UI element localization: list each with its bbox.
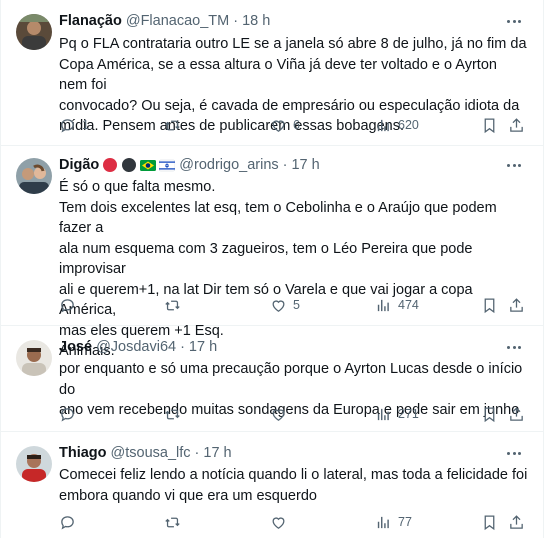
reply-button[interactable]: 1 — [59, 115, 89, 135]
bookmark-button[interactable] — [481, 115, 498, 135]
heart-icon — [272, 516, 285, 529]
user-handle[interactable]: @Flanacao_TM — [126, 12, 229, 30]
display-name[interactable]: José — [59, 338, 92, 356]
views-icon — [377, 299, 389, 311]
views-icon — [377, 119, 389, 131]
like-button[interactable]: 5 — [270, 295, 300, 315]
share-button[interactable] — [508, 512, 525, 532]
tweet-header: Flanação @Flanacao_TM · 18 h — [59, 12, 503, 30]
reply-button[interactable] — [59, 295, 82, 315]
more-options-icon[interactable] — [505, 338, 523, 356]
timestamp[interactable]: 17 h — [189, 338, 217, 356]
tweet[interactable]: Digão @rodrigo_arins · 17 h É só o que f… — [1, 146, 543, 359]
display-name[interactable]: Thiago — [59, 444, 107, 462]
share-icon — [510, 514, 523, 529]
tweet-actions: 77 — [59, 512, 529, 532]
repost-icon — [165, 409, 180, 419]
more-options-icon[interactable] — [505, 156, 523, 174]
user-handle[interactable]: @rodrigo_arins — [179, 156, 278, 174]
tweet-header: José @Josdavi64 · 17 h — [59, 338, 503, 356]
heart-icon — [272, 299, 285, 312]
reply-feed: Flanação @Flanacao_TM · 18 h Pq o FLA co… — [0, 0, 544, 538]
separator-dot: · — [282, 157, 288, 173]
views-button[interactable]: 620 — [375, 115, 419, 135]
view-count: 620 — [398, 118, 419, 132]
repost-icon — [165, 300, 180, 310]
timestamp[interactable]: 17 h — [291, 156, 319, 174]
repost-button[interactable] — [164, 115, 187, 135]
red-circle-icon — [102, 157, 118, 173]
bookmark-icon — [484, 297, 495, 313]
heart-icon — [272, 119, 285, 132]
repost-icon — [165, 120, 180, 130]
user-handle[interactable]: @tsousa_lfc — [111, 444, 191, 462]
tweet-header: Thiago @tsousa_lfc · 17 h — [59, 444, 503, 462]
view-count: 474 — [398, 298, 419, 312]
repost-button[interactable] — [164, 404, 187, 424]
tweet[interactable]: José @Josdavi64 · 17 h por enquanto e só… — [1, 326, 543, 432]
more-options-icon[interactable] — [505, 444, 523, 462]
avatar[interactable] — [16, 446, 52, 482]
tweet-actions: 5 474 — [59, 295, 529, 315]
heart-icon — [272, 408, 285, 421]
repost-button[interactable] — [164, 512, 187, 532]
avatar[interactable] — [16, 340, 52, 376]
views-button[interactable]: 77 — [375, 512, 412, 532]
reply-button[interactable] — [59, 404, 82, 424]
display-name[interactable]: Digão — [59, 156, 99, 174]
timestamp[interactable]: 17 h — [203, 444, 231, 462]
more-options-icon[interactable] — [505, 12, 523, 30]
avatar[interactable] — [16, 14, 52, 50]
separator-dot: · — [180, 339, 185, 355]
reply-icon — [61, 407, 74, 421]
reply-icon — [61, 515, 74, 529]
repost-icon — [165, 517, 180, 527]
israel-flag-icon — [159, 157, 176, 173]
views-icon — [377, 516, 389, 528]
share-icon — [510, 117, 523, 132]
bookmark-button[interactable] — [481, 295, 498, 315]
tweet-actions: 1 6 620 — [59, 115, 529, 135]
timestamp[interactable]: 18 h — [242, 12, 270, 30]
like-button[interactable]: 6 — [270, 115, 300, 135]
separator-dot: · — [194, 445, 200, 461]
separator-dot: · — [233, 13, 239, 29]
share-button[interactable] — [508, 115, 525, 135]
bookmark-icon — [484, 406, 495, 422]
share-button[interactable] — [508, 404, 525, 424]
brazil-flag-icon — [140, 157, 157, 173]
like-button[interactable] — [270, 404, 293, 424]
share-icon — [510, 297, 523, 312]
reply-icon — [61, 118, 74, 132]
user-handle[interactable]: @Josdavi64 — [96, 338, 176, 356]
like-count: 6 — [293, 118, 300, 132]
views-icon — [377, 408, 389, 420]
reply-button[interactable] — [59, 512, 82, 532]
repost-button[interactable] — [164, 295, 187, 315]
black-circle-icon — [121, 157, 137, 173]
tweet-header: Digão @rodrigo_arins · 17 h — [59, 156, 503, 174]
tweet[interactable]: Thiago @tsousa_lfc · 17 h Comecei feliz … — [1, 432, 543, 538]
like-button[interactable] — [270, 512, 293, 532]
reply-count: 1 — [82, 118, 89, 132]
view-count: 271 — [398, 407, 419, 421]
share-button[interactable] — [508, 295, 525, 315]
tweet-text: Comecei feliz lendo a notícia quando li … — [59, 467, 528, 504]
views-button[interactable]: 474 — [375, 295, 419, 315]
views-button[interactable]: 271 — [375, 404, 419, 424]
bookmark-icon — [484, 117, 495, 133]
share-icon — [510, 406, 523, 421]
tweet[interactable]: Flanação @Flanacao_TM · 18 h Pq o FLA co… — [1, 0, 543, 146]
like-count: 5 — [293, 298, 300, 312]
bookmark-icon — [484, 514, 495, 530]
view-count: 77 — [398, 515, 412, 529]
tweet-actions: 271 — [59, 404, 529, 424]
display-name[interactable]: Flanação — [59, 12, 122, 30]
bookmark-button[interactable] — [481, 404, 498, 424]
reply-icon — [61, 298, 74, 312]
bookmark-button[interactable] — [481, 512, 498, 532]
avatar[interactable] — [16, 158, 52, 194]
